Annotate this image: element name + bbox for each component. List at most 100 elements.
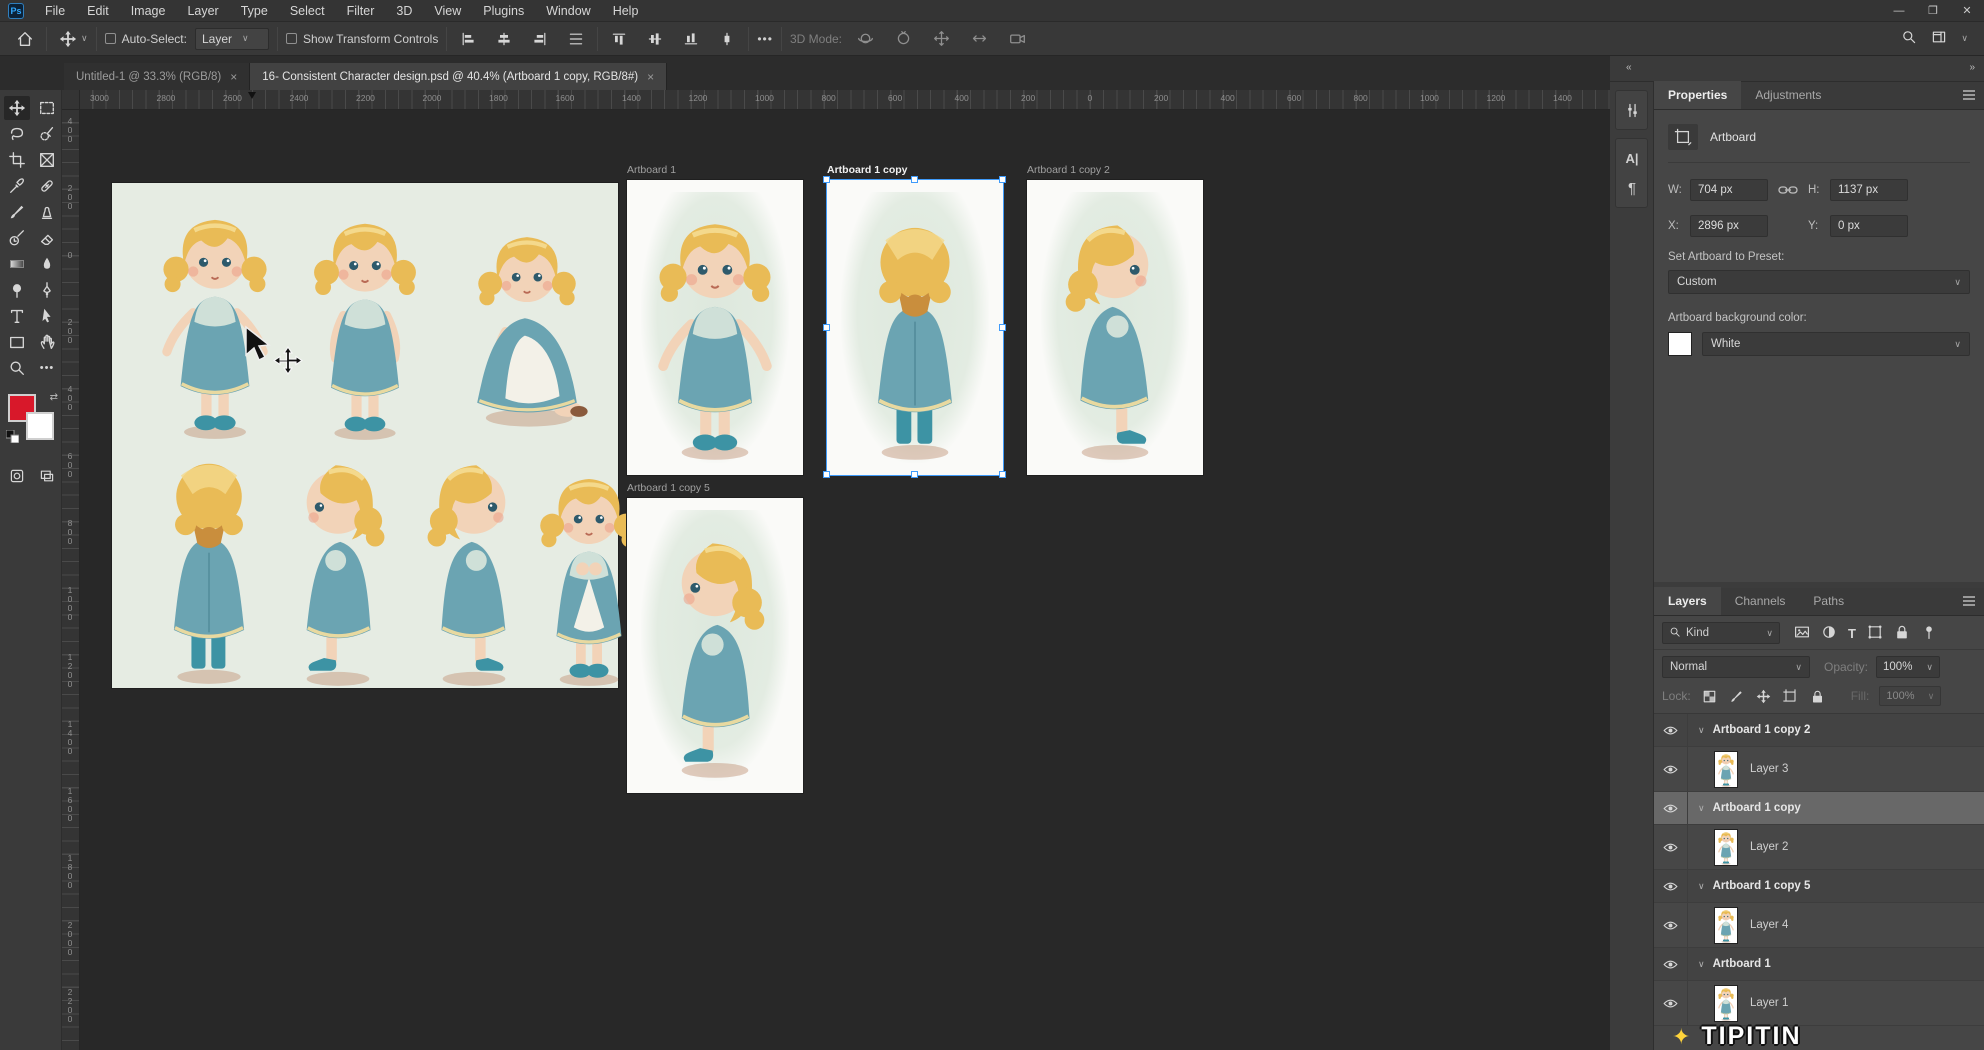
selection-handle[interactable] bbox=[823, 176, 830, 183]
width-field[interactable]: 704 px bbox=[1690, 179, 1768, 201]
close-tab-icon[interactable]: × bbox=[230, 70, 237, 84]
eraser-tool[interactable] bbox=[34, 226, 60, 250]
rectangle-tool[interactable] bbox=[4, 330, 30, 354]
layers-tab-layers[interactable]: Layers bbox=[1654, 587, 1721, 615]
character-panel-icon[interactable]: A| bbox=[1616, 143, 1648, 173]
swap-colors-icon[interactable]: ⇄ bbox=[50, 392, 58, 403]
paragraph-panel-icon[interactable]: ¶ bbox=[1616, 173, 1648, 203]
height-field[interactable]: 1137 px bbox=[1830, 179, 1908, 201]
artboard-bg-dropdown[interactable]: White ∨ bbox=[1702, 332, 1970, 356]
align-justify-icon[interactable] bbox=[563, 27, 589, 51]
artboard-label[interactable]: Artboard 1 copy bbox=[827, 164, 908, 176]
selection-handle[interactable] bbox=[999, 176, 1006, 183]
history-brush-tool[interactable] bbox=[4, 226, 30, 250]
show-transform-checkbox[interactable] bbox=[286, 33, 297, 44]
artboard-label[interactable]: Artboard 1 copy 5 bbox=[627, 482, 710, 494]
preset-dropdown[interactable]: Custom ∨ bbox=[1668, 270, 1970, 294]
home-icon[interactable] bbox=[12, 27, 38, 51]
quick-selection-tool[interactable] bbox=[34, 122, 60, 146]
properties-tab-adjustments[interactable]: Adjustments bbox=[1741, 81, 1835, 109]
layer-thumbnail[interactable] bbox=[1714, 985, 1738, 1022]
document-tab-1[interactable]: Untitled-1 @ 33.3% (RGB/8)× bbox=[64, 63, 250, 90]
layer-visibility-toggle[interactable] bbox=[1654, 903, 1688, 947]
type-tool[interactable] bbox=[4, 304, 30, 328]
lock-position-icon[interactable] bbox=[1755, 687, 1773, 705]
pen-tool[interactable] bbox=[34, 278, 60, 302]
menu-item-image[interactable]: Image bbox=[120, 0, 177, 22]
pixel-layer-filter-icon[interactable] bbox=[1794, 624, 1810, 643]
layer-visibility-toggle[interactable] bbox=[1654, 825, 1688, 869]
layer-filter-kind-dropdown[interactable]: Kind ∨ bbox=[1662, 622, 1780, 644]
layer-visibility-toggle[interactable] bbox=[1654, 747, 1688, 791]
selection-handle[interactable] bbox=[823, 471, 830, 478]
healing-brush-tool[interactable] bbox=[34, 174, 60, 198]
layer-visibility-toggle[interactable] bbox=[1654, 981, 1688, 1025]
menu-item-3d[interactable]: 3D bbox=[385, 0, 423, 22]
lasso-tool[interactable] bbox=[4, 122, 30, 146]
quick-mask-icon[interactable] bbox=[4, 464, 30, 488]
opacity-field[interactable]: 100% ∨ bbox=[1876, 656, 1940, 678]
ruler-origin-corner[interactable] bbox=[62, 90, 80, 110]
collapse-panels-icon[interactable]: » bbox=[1969, 62, 1974, 73]
eyedropper-tool[interactable] bbox=[4, 174, 30, 198]
selection-handle[interactable] bbox=[999, 324, 1006, 331]
filter-pin-icon[interactable] bbox=[1921, 624, 1937, 643]
brush-tool[interactable] bbox=[4, 200, 30, 224]
panel-menu-icon[interactable] bbox=[1962, 595, 1976, 610]
roll-3d-icon[interactable] bbox=[890, 27, 916, 51]
menu-item-help[interactable]: Help bbox=[602, 0, 650, 22]
lock-pixels-icon[interactable] bbox=[1728, 687, 1746, 705]
auto-select-target-dropdown[interactable]: Layer ∨ bbox=[195, 28, 269, 50]
artboard[interactable] bbox=[627, 498, 803, 793]
selection-handle[interactable] bbox=[911, 176, 918, 183]
layer-row[interactable]: Layer 4 bbox=[1654, 903, 1984, 948]
artboard-label[interactable]: Artboard 1 bbox=[627, 164, 676, 176]
selection-handle[interactable] bbox=[823, 324, 830, 331]
screen-mode-icon[interactable] bbox=[34, 464, 60, 488]
selection-handle[interactable] bbox=[911, 471, 918, 478]
artboard-bg-swatch[interactable] bbox=[1668, 332, 1692, 356]
layer-group-row[interactable]: ∨Artboard 1 copy bbox=[1654, 792, 1984, 825]
layers-tab-paths[interactable]: Paths bbox=[1799, 587, 1858, 615]
vertical-ruler[interactable]: 4002000200400600800100012001400160018002… bbox=[62, 110, 80, 1050]
rectangular-marquee-tool[interactable] bbox=[34, 96, 60, 120]
slide-3d-icon[interactable] bbox=[966, 27, 992, 51]
x-field[interactable]: 2896 px bbox=[1690, 215, 1768, 237]
artboard[interactable] bbox=[827, 180, 1003, 475]
shape-layer-filter-icon[interactable] bbox=[1867, 624, 1883, 643]
chevron-down-icon[interactable]: ∨ bbox=[81, 33, 88, 44]
character-sheet-image[interactable] bbox=[112, 183, 618, 688]
layer-row[interactable]: Layer 1 bbox=[1654, 981, 1984, 1026]
properties-tab-properties[interactable]: Properties bbox=[1654, 81, 1741, 109]
document-tab-2[interactable]: 16- Consistent Character design.psd @ 40… bbox=[250, 63, 667, 90]
dodge-tool[interactable] bbox=[4, 278, 30, 302]
default-colors-icon[interactable] bbox=[6, 430, 19, 443]
auto-select-checkbox[interactable] bbox=[105, 33, 116, 44]
link-dimensions-icon[interactable] bbox=[1768, 184, 1808, 196]
chevron-down-icon[interactable]: ∨ bbox=[1698, 803, 1705, 814]
lock-all-icon[interactable] bbox=[1809, 687, 1827, 705]
menu-item-edit[interactable]: Edit bbox=[76, 0, 120, 22]
adjustment-layer-filter-icon[interactable] bbox=[1821, 624, 1837, 643]
panel-menu-icon[interactable] bbox=[1962, 89, 1976, 104]
layer-thumbnail[interactable] bbox=[1714, 907, 1738, 944]
lock-artboard-icon[interactable] bbox=[1782, 687, 1800, 705]
close-tab-icon[interactable]: × bbox=[647, 70, 654, 84]
layer-visibility-toggle[interactable] bbox=[1654, 870, 1688, 902]
artboard-label[interactable]: Artboard 1 copy 2 bbox=[1027, 164, 1110, 176]
distribute-vertical-icon[interactable] bbox=[714, 27, 740, 51]
y-field[interactable]: 0 px bbox=[1830, 215, 1908, 237]
drag-3d-icon[interactable] bbox=[928, 27, 954, 51]
align-left-icon[interactable] bbox=[455, 27, 481, 51]
layer-row[interactable]: Layer 3 bbox=[1654, 747, 1984, 792]
orbit-3d-icon[interactable] bbox=[852, 27, 878, 51]
chevron-down-icon[interactable]: ∨ bbox=[1698, 725, 1705, 736]
align-right-icon[interactable] bbox=[527, 27, 553, 51]
lock-transparency-icon[interactable] bbox=[1701, 687, 1719, 705]
move-tool[interactable] bbox=[4, 96, 30, 120]
expand-panels-icon[interactable]: « bbox=[1626, 62, 1631, 73]
layer-thumbnail[interactable] bbox=[1714, 751, 1738, 788]
layer-visibility-toggle[interactable] bbox=[1654, 948, 1688, 980]
align-top-icon[interactable] bbox=[606, 27, 632, 51]
layer-group-row[interactable]: ∨Artboard 1 copy 2 bbox=[1654, 714, 1984, 747]
